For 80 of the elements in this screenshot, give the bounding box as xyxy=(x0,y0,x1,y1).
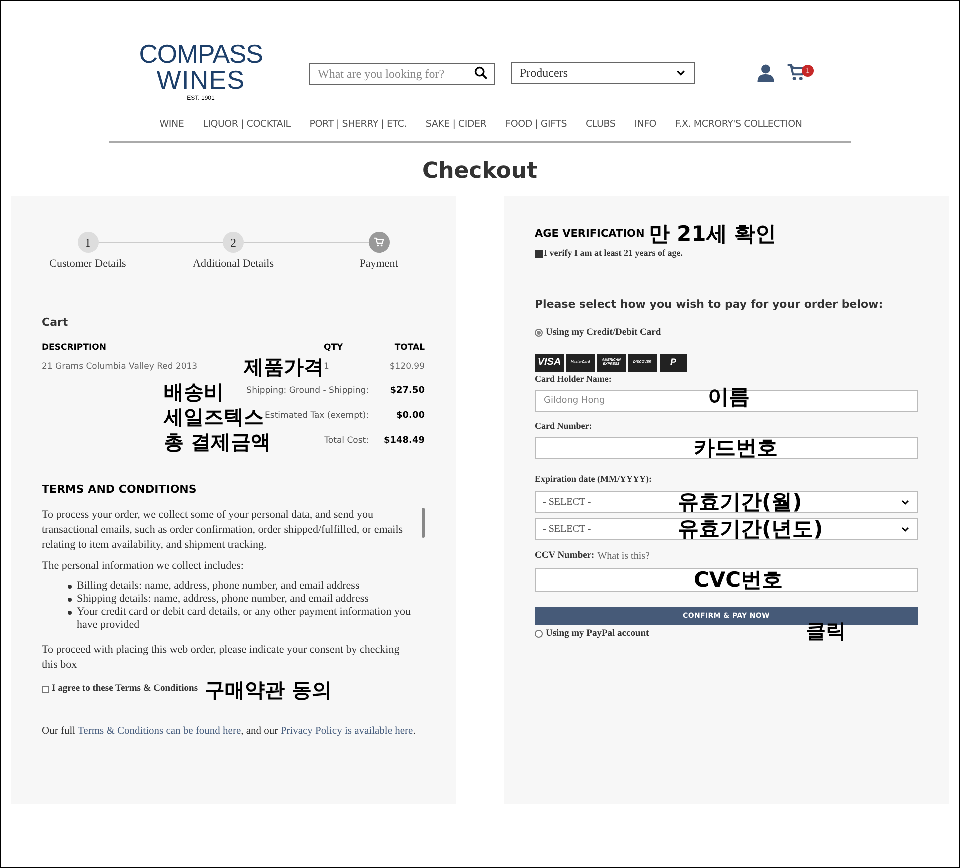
cart-title: Cart xyxy=(42,314,70,331)
payment-prompt: Please select how you wish to pay for your order below: xyxy=(535,296,884,313)
summary-value: $148.49 xyxy=(383,434,425,448)
step-label: Payment xyxy=(360,257,398,272)
summary-label: Estimated Tax (exempt): xyxy=(264,410,369,423)
age-checkbox[interactable] xyxy=(535,250,543,258)
chevron-down-icon xyxy=(676,68,686,78)
column-header: TOTAL xyxy=(394,342,425,355)
nav-link[interactable]: F.X. MCRORY'S COLLECTION xyxy=(676,118,802,132)
summary-value: $27.50 xyxy=(389,384,425,398)
step-label: Customer Details xyxy=(50,257,126,272)
scrollbar[interactable] xyxy=(422,508,425,538)
item-description: 21 Grams Columbia Valley Red 2013 xyxy=(42,360,199,374)
user-icon[interactable] xyxy=(757,62,775,82)
terms-paragraph: To process your order, we collect some of your personal data, and send you transactional emails, such as order confirmation, order shipped/fulfilled, or emails relating to item availability, and shipment tracking. xyxy=(42,508,404,552)
summary-value: $0.00 xyxy=(396,410,425,423)
terms-bullet: Shipping details: name, address, phone number, and email address xyxy=(77,592,369,606)
privacy-link[interactable]: Privacy Policy is available here xyxy=(280,726,414,736)
ccv-help-link[interactable]: What is this? xyxy=(598,549,650,564)
annotation-label: 총 결제금액 xyxy=(164,432,271,452)
annotation-label: 배송비 xyxy=(164,382,224,402)
annotation-label: 만 21세 확인 xyxy=(648,224,777,246)
bullet-icon xyxy=(68,598,72,602)
terms-title: TERMS AND CONDITIONS xyxy=(42,482,198,498)
summary-label: Total Cost: xyxy=(324,435,369,448)
terms-paragraph: The personal information we collect includes: xyxy=(42,558,245,574)
age-label[interactable]: I verify I am at least 21 years of age. xyxy=(544,247,683,261)
field-label: Card Number: xyxy=(535,420,594,433)
expiry-select[interactable]: - SELECT - 유효기간(년도) xyxy=(535,518,918,540)
cart-count-badge: 1 xyxy=(802,64,814,76)
chevron-down-icon xyxy=(901,524,910,534)
column-header: DESCRIPTION xyxy=(42,342,108,355)
step-label: Additional Details xyxy=(193,257,274,272)
field-label: Expiration date (MM/YYYY): xyxy=(535,472,653,486)
nav-link[interactable]: SAKE | CIDER xyxy=(426,118,487,132)
item-quantity: 1 xyxy=(324,360,330,374)
radio-button[interactable] xyxy=(535,630,543,638)
nav-link[interactable]: INFO xyxy=(634,118,657,132)
terms-footer-text: Our full Terms & Conditions can be found here, and our Privacy Policy is available here. xyxy=(42,724,417,738)
terms-link[interactable]: Terms & Conditions can be found here xyxy=(78,726,242,736)
column-header: QTY xyxy=(324,342,344,355)
nav-link[interactable]: CLUBS xyxy=(586,118,616,132)
annotation-label: CVC번호 xyxy=(694,570,784,591)
field-label: CCV Number: xyxy=(535,550,595,563)
annotation-label: 제품가격 xyxy=(244,357,324,377)
cart-icon xyxy=(374,237,384,248)
nav-link[interactable]: FOOD | GIFTS xyxy=(506,118,568,132)
bullet-icon xyxy=(68,610,72,614)
producers-dropdown[interactable]: Producers xyxy=(511,62,695,84)
annotation-label: 세일즈텍스 xyxy=(164,406,264,426)
field-label: Card Holder Name: xyxy=(535,372,613,386)
radio-button[interactable] xyxy=(535,329,543,338)
search-icon[interactable] xyxy=(474,66,488,80)
card-logo: VISA xyxy=(535,354,564,372)
search-field[interactable]: What are you looking for? xyxy=(309,63,495,85)
card-number-field[interactable]: 카드번호 xyxy=(535,436,918,458)
chevron-down-icon xyxy=(901,498,910,506)
annotation-label: 구매약관 동의 xyxy=(205,680,332,700)
terms-bullet: Billing details: name, address, phone number, and email address xyxy=(77,580,360,592)
age-title: AGE VERIFICATION xyxy=(535,226,645,242)
bullet-icon xyxy=(68,584,72,588)
agree-checkbox[interactable] xyxy=(42,686,49,693)
nav-link[interactable]: WINE xyxy=(160,118,184,132)
terms-bullet: Your credit card or debit card details, or any other payment information you have provided xyxy=(77,606,412,632)
nav-link[interactable]: PORT | SHERRY | ETC. xyxy=(310,118,407,132)
expiry-select[interactable]: - SELECT - 유효기간(월) xyxy=(535,491,918,513)
annotation-label: 이름 xyxy=(708,387,750,408)
radio-label[interactable]: Using my Credit/Debit Card xyxy=(546,326,662,340)
radio-label[interactable]: Using my PayPal account xyxy=(546,627,650,642)
page-title: Checkout xyxy=(421,158,539,186)
nav-link[interactable]: LIQUOR | COCKTAIL xyxy=(203,118,291,132)
annotation-label: 유효기간(년도) xyxy=(678,519,824,540)
annotation-label: 유효기간(월) xyxy=(678,492,802,513)
consent-text: To proceed with placing this web order, please indicate your consent by checking this box xyxy=(42,642,401,672)
ccv-field[interactable]: CVC번호 xyxy=(535,568,918,592)
item-total: $120.99 xyxy=(390,360,425,374)
agree-label[interactable]: I agree to these Terms & Conditions xyxy=(52,682,198,697)
card-logo: P xyxy=(660,354,687,372)
summary-label: Shipping: Ground - Shipping: xyxy=(246,385,369,398)
annotation-label: 카드번호 xyxy=(694,438,778,458)
